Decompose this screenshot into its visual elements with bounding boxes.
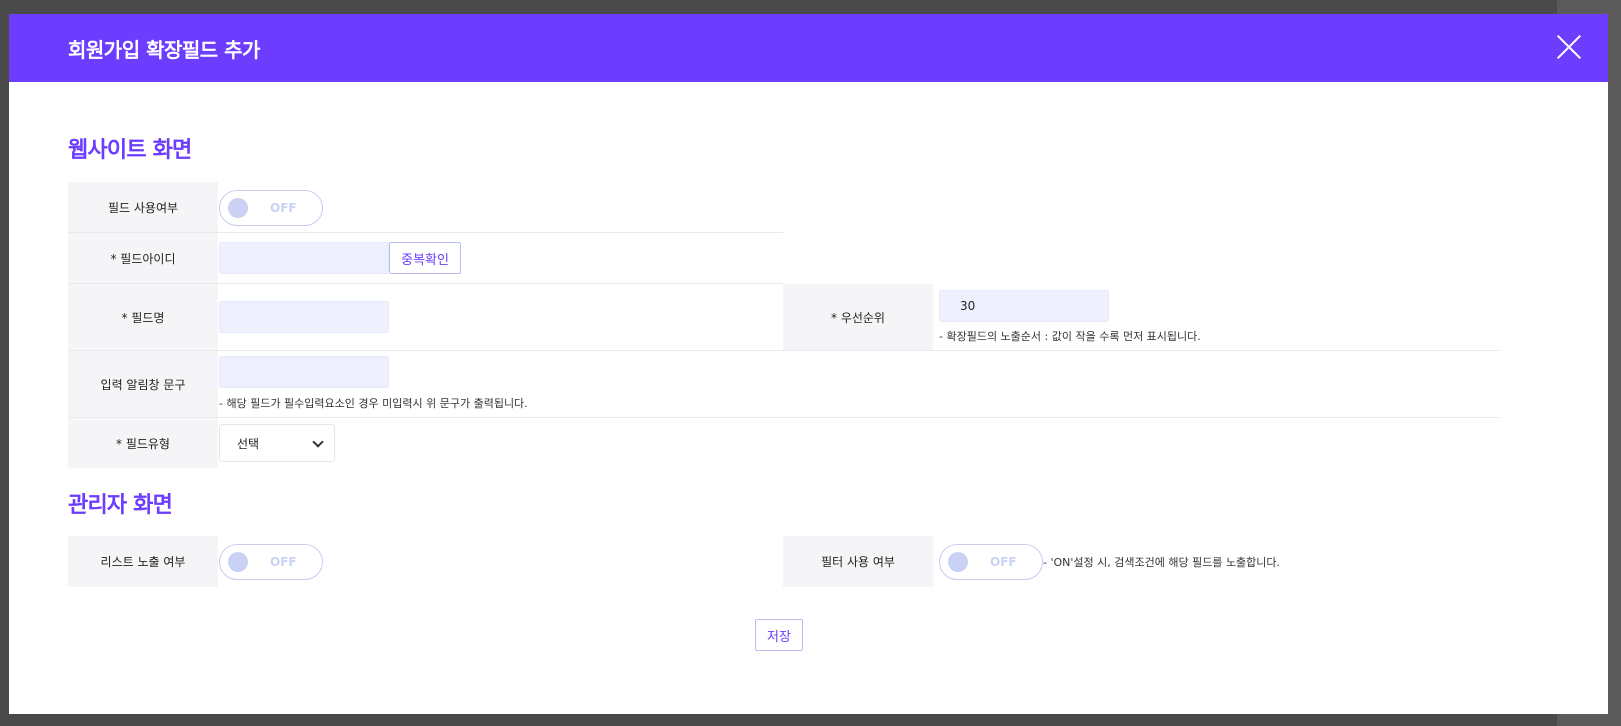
toggle-state-label: OFF [270, 201, 297, 215]
label-field-use: 필드 사용여부 [68, 182, 218, 232]
priority-input[interactable] [939, 290, 1109, 322]
label-filter-use: 필터 사용 여부 [783, 536, 933, 587]
label-priority: * 우선순위 [783, 284, 933, 350]
cell-filter-use: OFF - 'ON'설정 시, 검색조건에 해당 필드를 노출합니다. [933, 536, 1500, 587]
toggle-knob [228, 198, 248, 218]
cell-field-type: 선택 [218, 418, 1500, 468]
cell-field-use: OFF [218, 182, 783, 232]
priority-hint: - 확장필드의 노출순서 : 값이 작을 수록 먼저 표시됩니다. [939, 330, 1201, 343]
list-display-toggle[interactable]: OFF [219, 544, 323, 580]
field-id-input[interactable] [219, 242, 389, 274]
extended-field-modal: 회원가입 확장필드 추가 웹사이트 화면 필드 사용여부 OFF * 필드아이디… [9, 14, 1608, 714]
row-field-id: * 필드아이디 중복확인 [68, 233, 783, 284]
row-field-name-priority: * 필드명 * 우선순위 - 확장필드의 노출순서 : 값이 작을 수록 먼저 … [68, 284, 1500, 351]
modal-body: 웹사이트 화면 필드 사용여부 OFF * 필드아이디 중복확인 * 필드명 *… [9, 82, 1608, 714]
save-button[interactable]: 저장 [755, 619, 803, 651]
cell-priority: - 확장필드의 노출순서 : 값이 작을 수록 먼저 표시됩니다. [933, 284, 1500, 350]
field-name-input[interactable] [219, 301, 389, 333]
row-admin-options: 리스트 노출 여부 OFF 필터 사용 여부 OFF - 'ON'설정 시, 검… [68, 536, 1500, 587]
close-icon[interactable] [1556, 34, 1582, 60]
toggle-knob [948, 552, 968, 572]
cell-field-id: 중복확인 [218, 233, 783, 283]
label-list-display: 리스트 노출 여부 [68, 536, 218, 587]
row-field-use: 필드 사용여부 OFF [68, 182, 783, 233]
label-field-id: * 필드아이디 [68, 233, 218, 283]
alert-text-hint: - 해당 필드가 필수입력요소인 경우 미입력시 위 문구가 출력됩니다. [219, 397, 528, 410]
field-type-selected: 선택 [237, 436, 260, 451]
row-field-type: * 필드유형 선택 [68, 418, 1500, 468]
cell-field-name [218, 284, 783, 350]
label-field-type: * 필드유형 [68, 418, 218, 468]
cell-alert-text: - 해당 필드가 필수입력요소인 경우 미입력시 위 문구가 출력됩니다. [218, 351, 1500, 417]
toggle-state-label: OFF [990, 555, 1017, 569]
toggle-state-label: OFF [270, 555, 297, 569]
duplicate-check-button[interactable]: 중복확인 [389, 242, 461, 274]
alert-text-input[interactable] [219, 356, 389, 388]
cell-list-display: OFF [218, 536, 783, 587]
row-alert-text: 입력 알림창 문구 - 해당 필드가 필수입력요소인 경우 미입력시 위 문구가… [68, 351, 1500, 418]
field-use-toggle[interactable]: OFF [219, 190, 323, 226]
field-type-select[interactable]: 선택 [219, 424, 335, 462]
modal-header: 회원가입 확장필드 추가 [9, 14, 1608, 82]
label-field-name: * 필드명 [68, 284, 218, 350]
filter-use-hint: - 'ON'설정 시, 검색조건에 해당 필드를 노출합니다. [1043, 556, 1281, 569]
section-title-admin: 관리자 화면 [68, 493, 173, 518]
chevron-down-icon [312, 436, 324, 448]
modal-title: 회원가입 확장필드 추가 [68, 38, 260, 62]
toggle-knob [228, 552, 248, 572]
label-alert-text: 입력 알림창 문구 [68, 351, 218, 417]
section-title-website: 웹사이트 화면 [68, 138, 192, 163]
filter-use-toggle[interactable]: OFF [939, 544, 1043, 580]
